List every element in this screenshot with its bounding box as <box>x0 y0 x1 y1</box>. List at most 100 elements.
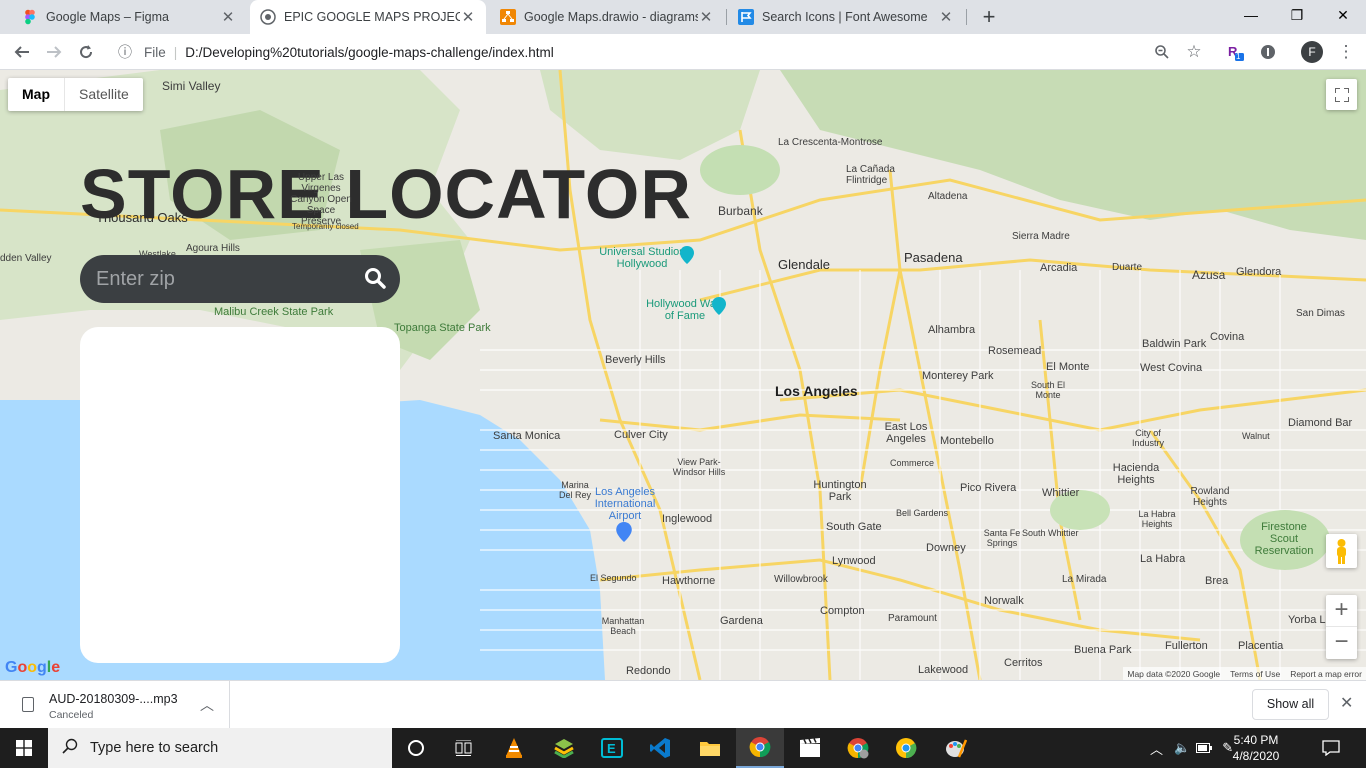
map-type-satellite-button[interactable]: Satellite <box>65 78 143 111</box>
chrome-profile-icon[interactable] <box>834 728 882 768</box>
extension-icon[interactable]: R 1 <box>1224 40 1248 64</box>
new-tab-button[interactable]: + <box>978 4 1000 30</box>
airport-pin-icon[interactable] <box>616 522 632 542</box>
url-text[interactable]: D:/Developing%20tutorials/google-maps-ch… <box>185 45 553 60</box>
chevron-up-icon[interactable]: ︿ <box>1150 739 1164 758</box>
windows-start-button[interactable] <box>0 728 48 768</box>
cortana-icon[interactable] <box>392 728 440 768</box>
close-tab-icon[interactable]: ✕ <box>220 8 236 26</box>
tab-figma[interactable]: Google Maps – Figma ✕ <box>12 0 246 34</box>
globe-icon <box>260 9 276 25</box>
vlc-icon[interactable] <box>490 728 538 768</box>
address-bar[interactable]: ⓘ File | D:/Developing%20tutorials/googl… <box>108 38 1218 66</box>
task-view-icon[interactable] <box>440 728 488 768</box>
search-icon[interactable] <box>364 267 386 294</box>
zoom-in-button[interactable]: + <box>1326 595 1357 627</box>
zip-input[interactable] <box>96 267 346 291</box>
browser-tab-strip: Google Maps – Figma ✕ EPIC GOOGLE MAPS P… <box>0 0 1366 34</box>
map-label: Inglewood <box>662 513 713 525</box>
clock-time: 5:40 PM <box>1233 733 1279 747</box>
download-bar: AUD-20180309-....mp3 Canceled ︿ Show all… <box>0 680 1366 729</box>
map-label: Culver City <box>614 429 668 441</box>
fullscreen-button[interactable] <box>1326 79 1357 110</box>
tab-epic-google-maps[interactable]: EPIC GOOGLE MAPS PROJECT ✕ <box>250 0 486 34</box>
close-tab-icon[interactable]: ✕ <box>698 8 714 26</box>
map-label: South Whittier <box>1022 528 1079 538</box>
minimize-button[interactable]: — <box>1228 0 1274 30</box>
tab-title: Google Maps – Figma <box>46 10 169 24</box>
map-label: Huntington Park <box>813 479 867 503</box>
map-label: Hawthorne <box>662 575 716 587</box>
map-label: Baldwin Park <box>1142 338 1207 350</box>
map-label: Burbank <box>718 204 763 218</box>
google-map[interactable]: Simi Valley Thousand Oaks Agoura Hills M… <box>0 70 1366 680</box>
app-e-icon[interactable]: E <box>588 728 636 768</box>
browser-menu-icon[interactable]: ⋮ <box>1334 40 1358 64</box>
close-window-button[interactable]: ✕ <box>1320 0 1366 30</box>
map-label: Firestone Scout Reservation <box>1254 521 1314 557</box>
tab-title: Search Icons | Font Awesome <box>762 10 928 24</box>
map-label: Los Angeles International Airport <box>594 486 656 522</box>
map-label: Hacienda Heights <box>1112 462 1160 486</box>
map-label: Montebello <box>940 435 994 447</box>
map-attribution: Map data ©2020 Google Terms of Use Repor… <box>1123 667 1366 680</box>
poi-pin-icon[interactable] <box>712 297 726 315</box>
tab-font-awesome[interactable]: Search Icons | Font Awesome ✕ <box>728 0 964 34</box>
close-icon[interactable]: ✕ <box>1340 693 1353 713</box>
zoom-icon[interactable] <box>1150 40 1174 64</box>
taskbar-search-placeholder: Type here to search <box>90 740 219 756</box>
map-label: Covina <box>1210 331 1245 343</box>
chrome-taskbar-icon[interactable] <box>736 728 784 768</box>
volume-icon[interactable]: 🔈 <box>1174 740 1190 756</box>
chevron-up-icon[interactable]: ︿ <box>200 695 214 715</box>
zoom-out-button[interactable]: − <box>1326 627 1357 659</box>
battery-icon[interactable] <box>1196 741 1213 756</box>
extension-shield-icon[interactable] <box>1256 40 1280 64</box>
clapper-icon[interactable] <box>786 728 834 768</box>
tab-drawio[interactable]: Google Maps.drawio - diagrams. ✕ <box>490 0 724 34</box>
vscode-icon[interactable] <box>636 728 684 768</box>
info-icon[interactable]: ⓘ <box>118 42 138 62</box>
map-label: Malibu Creek State Park <box>214 306 334 318</box>
google-logo[interactable]: Google <box>5 659 60 677</box>
tab-title: Google Maps.drawio - diagrams. <box>524 10 698 24</box>
map-label: Whittier <box>1042 487 1080 499</box>
report-map-error-link[interactable]: Report a map error <box>1290 669 1362 679</box>
restore-button[interactable]: ❐ <box>1274 0 1320 30</box>
map-label: Rowland Heights <box>1190 486 1230 508</box>
map-type-map-button[interactable]: Map <box>8 78 65 111</box>
map-label: Agoura Hills <box>186 243 240 254</box>
terms-of-use-link[interactable]: Terms of Use <box>1230 669 1280 679</box>
map-label: La Habra <box>1140 553 1186 565</box>
page-title: STORE LOCATOR <box>80 155 692 233</box>
map-label: Santa Fe Springs <box>983 528 1021 548</box>
system-clock[interactable]: 5:40 PM 4/8/2020 <box>1218 732 1294 764</box>
download-item[interactable]: AUD-20180309-....mp3 Canceled ︿ <box>12 681 230 729</box>
address-divider: | <box>173 44 178 60</box>
pegman-icon <box>1337 539 1346 564</box>
map-label: La Cañada Flintridge <box>846 164 895 186</box>
poi-pin-icon[interactable] <box>680 246 694 264</box>
bluestacks-icon[interactable] <box>540 728 588 768</box>
map-label: South Gate <box>826 521 882 533</box>
show-all-button[interactable]: Show all <box>1252 689 1329 720</box>
search-icon <box>62 738 78 758</box>
taskbar-search-box[interactable]: Type here to search <box>48 728 392 768</box>
browser-toolbar: ⓘ File | D:/Developing%20tutorials/googl… <box>0 34 1366 70</box>
close-tab-icon[interactable]: ✕ <box>460 8 476 26</box>
forward-button[interactable] <box>42 40 66 64</box>
bookmark-star-icon[interactable]: ☆ <box>1182 40 1206 64</box>
close-tab-icon[interactable]: ✕ <box>938 8 954 26</box>
profile-avatar[interactable]: F <box>1300 40 1324 64</box>
paint-icon[interactable] <box>932 728 980 768</box>
reload-button[interactable] <box>74 40 98 64</box>
file-explorer-icon[interactable] <box>686 728 734 768</box>
street-view-pegman[interactable] <box>1326 534 1357 568</box>
map-label: Santa Monica <box>493 430 561 442</box>
map-label: La Crescenta-Montrose <box>778 137 883 148</box>
chrome-canary-icon[interactable] <box>882 728 930 768</box>
map-label: Sierra Madre <box>1012 231 1070 242</box>
map-label: Simi Valley <box>162 79 221 93</box>
notification-center-icon[interactable] <box>1322 728 1340 768</box>
back-button[interactable] <box>10 40 34 64</box>
